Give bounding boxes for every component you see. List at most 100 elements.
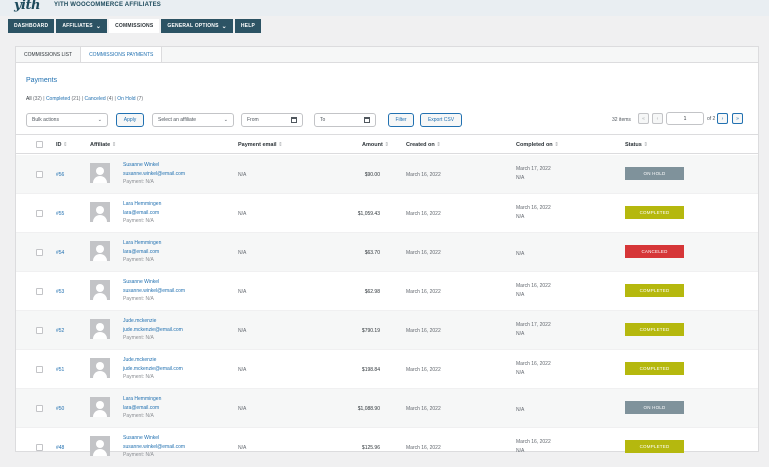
affiliate-name-link[interactable]: Jude.mckenzie: [123, 356, 183, 365]
table-header: ID ⇕ Affiliate ⇕ Payment email ⇕ Amount …: [16, 134, 758, 154]
row-checkbox[interactable]: [36, 327, 43, 334]
row-checkbox[interactable]: [36, 171, 43, 178]
page-title: Payments: [26, 77, 58, 84]
prev-page-button[interactable]: ‹: [652, 113, 663, 124]
completed-on: March 17, 2022 N/A: [516, 165, 551, 182]
commission-id-link[interactable]: #50: [56, 406, 64, 412]
nav-tab-label: AFFILIATES: [62, 23, 93, 29]
completed-sub: N/A: [516, 369, 525, 376]
affiliate-select-placeholder: Select an affiliate: [158, 117, 196, 123]
row-checkbox[interactable]: [36, 210, 43, 217]
completed-sub: N/A: [516, 447, 525, 454]
created-on: March 16, 2022: [406, 250, 441, 256]
affiliate-cell: Lara Hemmingen lara@email.com Payment: N…: [123, 239, 161, 265]
commission-id-link[interactable]: #52: [56, 328, 64, 334]
current-page-input[interactable]: 1: [666, 112, 704, 125]
chevron-down-icon: ⌄: [221, 23, 227, 30]
col-amount[interactable]: Amount ⇕: [362, 142, 389, 148]
completed-date: March 16, 2022: [516, 439, 551, 445]
sort-icon: ⇕: [278, 142, 283, 148]
affiliate-name-link[interactable]: Susanne Winkel: [123, 434, 185, 443]
next-page-button[interactable]: ›: [717, 113, 728, 124]
affiliate-email-link[interactable]: susanne.winkel@email.com: [123, 443, 185, 452]
affiliate-email-link[interactable]: lara@email.com: [123, 248, 161, 257]
affiliate-email-link[interactable]: jude.mckenzie@email.com: [123, 365, 183, 374]
from-placeholder: From: [247, 117, 259, 123]
nav-tab-commissions[interactable]: COMMISSIONS: [109, 19, 160, 33]
status-badge: COMPLETED: [625, 206, 684, 219]
col-status[interactable]: Status ⇕: [625, 142, 648, 148]
col-affiliate[interactable]: Affiliate ⇕: [90, 142, 116, 148]
row-checkbox[interactable]: [36, 366, 43, 373]
select-all-checkbox[interactable]: [36, 141, 43, 148]
view-all[interactable]: All (32): [26, 96, 42, 102]
avatar: [90, 202, 110, 222]
last-page-button[interactable]: »: [732, 113, 743, 124]
amount: $790.19: [361, 328, 380, 334]
affiliate-name-link[interactable]: Susanne Winkel: [123, 161, 185, 170]
filter-button[interactable]: Filter: [388, 113, 414, 127]
row-checkbox[interactable]: [36, 444, 43, 451]
affiliate-email-link[interactable]: susanne.winkel@email.com: [123, 287, 185, 296]
sort-icon: ⇕: [643, 142, 648, 148]
table-row: #48 Susanne Winkel susanne.winkel@email.…: [16, 428, 758, 467]
avatar: [90, 241, 110, 261]
row-checkbox[interactable]: [36, 288, 43, 295]
subtab-commissions-payments[interactable]: COMMISSIONS PAYMENTS: [80, 47, 163, 62]
commission-id-link[interactable]: #56: [56, 172, 64, 178]
affiliate-email-link[interactable]: susanne.winkel@email.com: [123, 170, 185, 179]
row-checkbox[interactable]: [36, 249, 43, 256]
table-row: #53 Susanne Winkel susanne.winkel@email.…: [16, 272, 758, 311]
row-checkbox[interactable]: [36, 405, 43, 412]
from-date-input[interactable]: From: [241, 113, 303, 127]
to-date-input[interactable]: To: [314, 113, 376, 127]
col-created-on[interactable]: Created on ⇕: [406, 142, 441, 148]
affiliate-name-link[interactable]: Lara Hemmingen: [123, 239, 161, 248]
col-payment-email[interactable]: Payment email ⇕: [238, 142, 283, 148]
status-views: All (32) | Completed (21) | Canceled (4)…: [26, 96, 143, 102]
col-id[interactable]: ID ⇕: [56, 142, 68, 148]
view-canceled[interactable]: Canceled (4): [85, 96, 114, 102]
payment-email: N/A: [238, 406, 247, 412]
bulk-actions-select[interactable]: Bulk actions ⌄: [26, 113, 108, 127]
view-completed[interactable]: Completed (21): [46, 96, 80, 102]
affiliate-name-link[interactable]: Jude.mckenzie: [123, 317, 183, 326]
calendar-icon[interactable]: [291, 117, 297, 123]
sort-icon: ⇕: [554, 142, 559, 148]
affiliate-cell: Susanne Winkel susanne.winkel@email.com …: [123, 161, 185, 187]
sort-icon: ⇕: [111, 142, 117, 148]
apply-button[interactable]: Apply: [116, 113, 144, 127]
commission-id-link[interactable]: #53: [56, 289, 64, 295]
calendar-icon[interactable]: [364, 117, 370, 123]
affiliate-name-link[interactable]: Lara Hemmingen: [123, 395, 161, 404]
view-on-hold[interactable]: On Hold (7): [117, 96, 143, 102]
nav-tab-label: COMMISSIONS: [115, 23, 154, 29]
col-completed-on[interactable]: Completed on ⇕: [516, 142, 559, 148]
nav-tab-label: DASHBOARD: [14, 23, 49, 29]
nav-tab-affiliates[interactable]: AFFILIATES ⌄: [56, 19, 108, 33]
first-page-button[interactable]: «: [638, 113, 649, 124]
export-csv-button[interactable]: Export CSV: [420, 113, 462, 127]
nav-tab-help[interactable]: HELP: [234, 19, 262, 33]
nav-tab-dashboard[interactable]: DASHBOARD: [8, 19, 55, 33]
created-on: March 16, 2022: [406, 367, 441, 373]
completed-date: N/A: [516, 407, 525, 413]
nav-tab-general-options[interactable]: GENERAL OPTIONS ⌄: [161, 19, 233, 33]
sort-icon: ⇕: [63, 142, 68, 148]
commission-id-link[interactable]: #48: [56, 445, 64, 451]
affiliate-select[interactable]: Select an affiliate ⌄: [152, 113, 234, 127]
sub-tabs: COMMISSIONS LIST COMMISSIONS PAYMENTS: [15, 46, 759, 62]
subtab-commissions-list[interactable]: COMMISSIONS LIST: [16, 47, 80, 62]
payment-email: N/A: [238, 250, 247, 256]
commission-id-link[interactable]: #51: [56, 367, 64, 373]
affiliate-name-link[interactable]: Susanne Winkel: [123, 278, 185, 287]
yith-logo: yith: [14, 0, 40, 13]
affiliate-email-link[interactable]: jude.mckenzie@email.com: [123, 326, 183, 335]
commission-id-link[interactable]: #54: [56, 250, 64, 256]
affiliate-name-link[interactable]: Lara Hemmingen: [123, 200, 161, 209]
commission-id-link[interactable]: #55: [56, 211, 64, 217]
completed-on: March 16, 2022 N/A: [516, 360, 551, 377]
affiliate-email-link[interactable]: lara@email.com: [123, 404, 161, 413]
affiliate-email-link[interactable]: lara@email.com: [123, 209, 161, 218]
completed-sub: N/A: [516, 174, 525, 181]
